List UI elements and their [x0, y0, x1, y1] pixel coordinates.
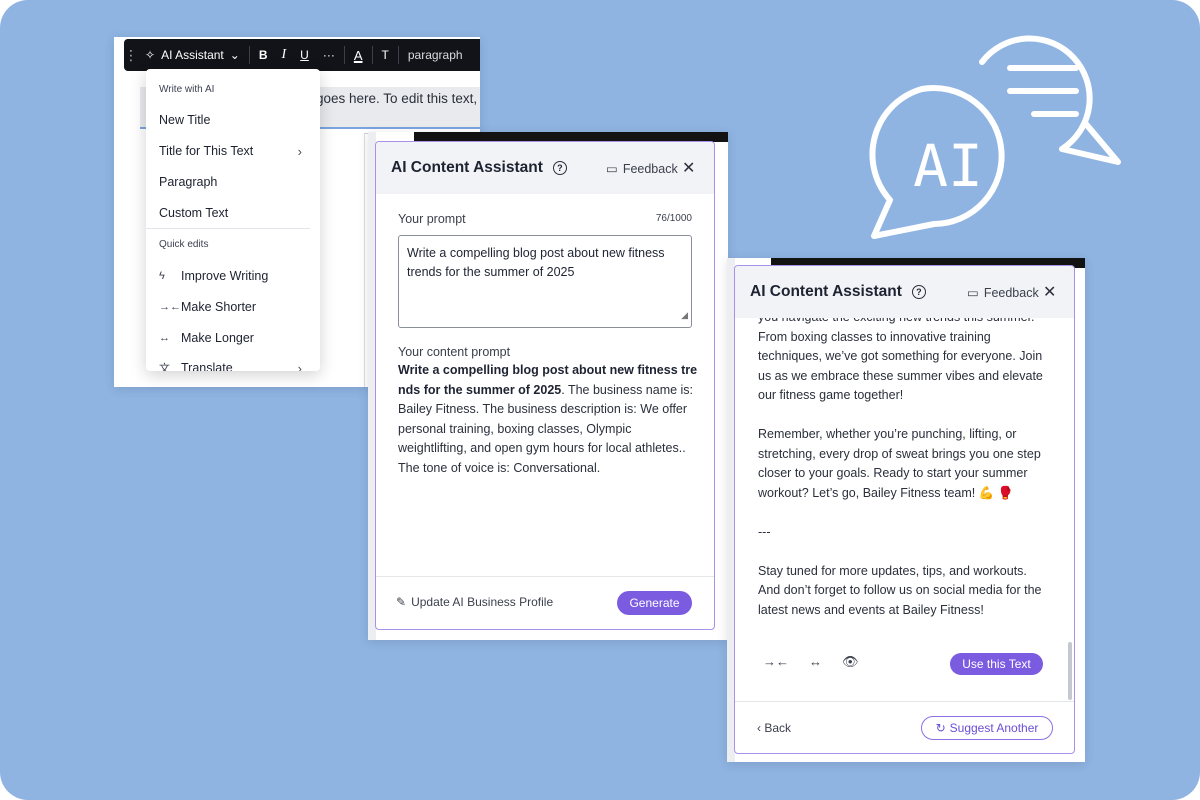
feedback-button[interactable]: ▭ Feedback: [606, 161, 678, 177]
content-prompt-label: Your content prompt: [398, 345, 511, 359]
translate-icon: 文: [159, 363, 170, 371]
ai-label: AI: [913, 132, 983, 200]
selected-text[interactable]: goes here. To edit this text, c: [316, 91, 480, 106]
ai-assistant-label: AI Assistant: [161, 48, 224, 62]
menu-divider: [146, 228, 310, 229]
chevron-right-icon: ›: [297, 360, 302, 372]
divider: [364, 133, 365, 387]
menu-item-paragraph[interactable]: Paragraph: [146, 167, 320, 197]
chevron-right-icon: ›: [297, 143, 302, 159]
text-color-button[interactable]: A: [347, 39, 370, 71]
ai-chat-bubbles-icon: AI: [869, 35, 1121, 239]
suggest-another-label: Suggest Another: [949, 721, 1039, 735]
use-this-text-button[interactable]: Use this Text: [950, 653, 1043, 675]
underline-button[interactable]: U: [293, 39, 316, 71]
resize-handle-icon[interactable]: ◢: [681, 306, 688, 325]
pencil-icon: ✎: [396, 595, 407, 609]
update-profile-label: Update AI Business Profile: [411, 595, 554, 609]
back-button[interactable]: ‹ Back: [757, 721, 791, 735]
prompt-label: Your prompt: [398, 212, 466, 226]
clear-format-button[interactable]: T: [375, 39, 396, 71]
text-toolbar: ⋮ ✧ AI Assistant ⌄ B I U ··· A T paragra…: [124, 39, 480, 71]
italic-button[interactable]: I: [275, 39, 294, 71]
refresh-icon: ↻: [935, 721, 946, 735]
generated-paragraph: Stay tuned for more updates, tips, and w…: [758, 563, 1042, 617]
lightning-icon: ϟ: [159, 270, 165, 282]
suggest-another-button[interactable]: ↻ Suggest Another: [921, 716, 1053, 740]
menu-item-title-for-text[interactable]: Title for This Text ›: [146, 136, 320, 166]
panel-header: AI Content Assistant ? ▭ Feedback ✕: [376, 142, 714, 194]
ai-assistant-menu: Write with AI New Title Title for This T…: [146, 69, 320, 371]
menu-item-make-longer[interactable]: ↔ Make Longer: [146, 323, 320, 353]
feedback-icon: ▭: [606, 162, 618, 176]
menu-section-quick: Quick edits: [159, 239, 209, 250]
scrollbar[interactable]: [1068, 642, 1072, 700]
generated-paragraph: ---: [758, 524, 771, 539]
ai-content-assistant-panel: AI Content Assistant ? ▭ Feedback ✕ Your…: [375, 141, 715, 630]
generated-paragraph: you navigate the exciting new trends thi…: [758, 318, 1043, 402]
back-label: Back: [764, 721, 792, 735]
generated-text-scroll[interactable]: you navigate the exciting new trends thi…: [735, 318, 1074, 694]
chevron-down-icon: ⌄: [229, 48, 240, 62]
bold-button[interactable]: B: [252, 39, 275, 71]
result-actions: →← ↔ 👁: [763, 654, 859, 670]
feedback-button[interactable]: ▭ Feedback: [967, 285, 1039, 301]
menu-item-make-shorter[interactable]: →← Make Shorter: [146, 292, 320, 322]
help-icon[interactable]: ?: [911, 285, 926, 299]
toolbar-separator: [397, 46, 399, 64]
ai-content-assistant-result-panel: AI Content Assistant ? ▭ Feedback ✕ you …: [734, 265, 1075, 754]
make-longer-icon[interactable]: ↔: [809, 654, 822, 670]
generated-text: you navigate the exciting new trends thi…: [758, 318, 1050, 640]
background-canvas: AI goes here. To edit this text, c ⋮ ✧ A…: [0, 0, 1200, 800]
menu-item-new-title[interactable]: New Title: [146, 105, 320, 135]
more-button[interactable]: ···: [316, 39, 342, 71]
prompt-value: Write a compelling blog post about new f…: [407, 246, 665, 279]
content-prompt-text: Write a compelling blog post about new f…: [398, 361, 698, 478]
prompt-textarea[interactable]: Write a compelling blog post about new f…: [398, 235, 692, 328]
menu-item-translate[interactable]: 文 Translate ›: [146, 353, 320, 372]
feedback-label: Feedback: [622, 161, 678, 176]
paragraph-style-select[interactable]: paragraph: [401, 39, 470, 71]
panel-footer-divider: [376, 576, 714, 577]
panel-header: AI Content Assistant ? ▭ Feedback ✕: [735, 266, 1074, 318]
shrink-icon: →←: [159, 301, 181, 313]
close-icon[interactable]: ✕: [682, 158, 695, 178]
panel-title: AI Content Assistant: [391, 159, 543, 176]
menu-item-custom-text[interactable]: Custom Text: [146, 198, 320, 228]
ai-assistant-button[interactable]: ✧ AI Assistant ⌄: [138, 39, 247, 71]
make-shorter-icon[interactable]: →←: [763, 654, 789, 670]
expand-icon: ↔: [159, 332, 170, 344]
panel-footer-divider: [735, 701, 1074, 702]
feedback-icon: ▭: [967, 286, 979, 300]
toolbar-separator: [343, 46, 345, 64]
drag-handle-icon[interactable]: ⋮: [124, 39, 138, 71]
char-count: 76/1000: [655, 213, 692, 224]
sparkle-icon: ✧: [145, 48, 156, 62]
feedback-label: Feedback: [983, 285, 1039, 300]
menu-section-write: Write with AI: [159, 84, 215, 95]
generate-button[interactable]: Generate: [617, 591, 692, 615]
toolbar-separator: [248, 46, 250, 64]
close-icon[interactable]: ✕: [1043, 282, 1056, 302]
menu-item-improve-writing[interactable]: ϟ Improve Writing: [146, 261, 320, 291]
eye-icon[interactable]: 👁: [842, 654, 859, 670]
toolbar-separator: [371, 46, 373, 64]
generated-paragraph: Remember, whether you’re punching, lifti…: [758, 427, 1041, 500]
panel-title: AI Content Assistant: [750, 283, 902, 300]
update-profile-link[interactable]: ✎ Update AI Business Profile: [396, 595, 553, 609]
help-icon[interactable]: ?: [552, 161, 567, 175]
